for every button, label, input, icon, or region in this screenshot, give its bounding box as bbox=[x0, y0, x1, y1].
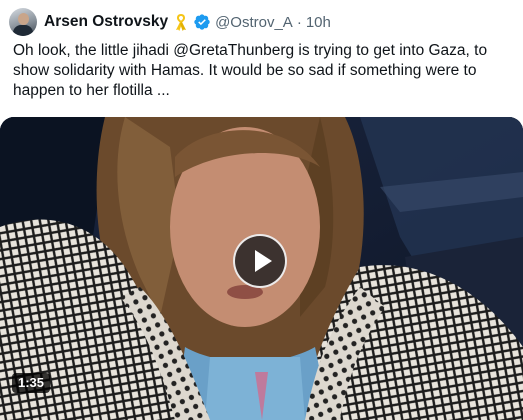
video-duration: 1:35 bbox=[12, 373, 51, 393]
author-avatar[interactable] bbox=[9, 8, 37, 36]
tweet-text-line: Oh look, the little jihadi @GretaThunber… bbox=[13, 42, 488, 59]
separator-dot: · bbox=[296, 13, 302, 31]
tweet-text-line: happen to her flotilla ... bbox=[13, 82, 170, 99]
tweet-timestamp[interactable]: 10h bbox=[306, 14, 331, 31]
author-handle[interactable]: @Ostrov_A bbox=[215, 14, 293, 31]
play-icon bbox=[255, 250, 272, 272]
verified-badge-icon[interactable] bbox=[193, 13, 211, 31]
video-player[interactable]: 1:35 bbox=[0, 117, 523, 420]
tweet: Arsen Ostrovsky @Ostrov_A · 10h Oh look,… bbox=[0, 0, 523, 420]
tweet-header: Arsen Ostrovsky @Ostrov_A · 10h bbox=[44, 12, 331, 32]
play-button[interactable] bbox=[233, 234, 287, 288]
tweet-text-line: show solidarity with Hamas. It would be … bbox=[13, 62, 477, 79]
tweet-text: Oh look, the little jihadi @GretaThunber… bbox=[13, 41, 518, 101]
author-name[interactable]: Arsen Ostrovsky bbox=[44, 13, 168, 31]
yellow-ribbon-icon bbox=[176, 14, 187, 31]
